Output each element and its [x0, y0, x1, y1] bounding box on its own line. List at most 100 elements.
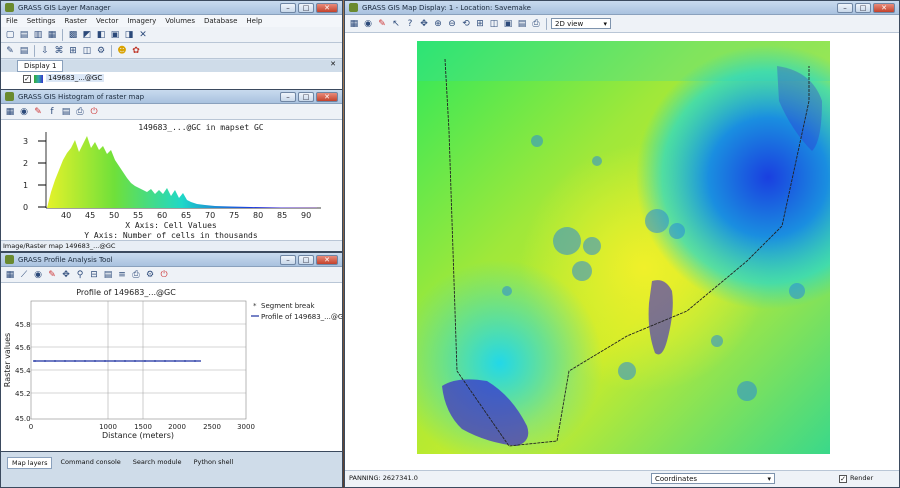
help-lifebuoy-icon[interactable]: ✿	[130, 45, 142, 57]
erase-icon[interactable]: ✎	[46, 269, 58, 281]
grass-logo-icon	[5, 92, 14, 101]
maximize-button[interactable]: □	[298, 91, 314, 102]
erase-icon[interactable]: ✎	[376, 18, 388, 30]
nviz-icon[interactable]: ◫	[81, 45, 93, 57]
add-vector-icon[interactable]: ◩	[81, 29, 93, 41]
view-mode-value: 2D view	[555, 19, 584, 28]
print-icon[interactable]: ⎙	[74, 106, 86, 118]
close-button[interactable]: ✕	[316, 2, 338, 13]
tab-map-layers[interactable]: Map layers	[7, 457, 53, 469]
statistics-icon[interactable]: ≡	[116, 269, 128, 281]
zoom-menu-icon[interactable]: ⊞	[474, 18, 486, 30]
erase-icon[interactable]: ✎	[32, 106, 44, 118]
zoom-out-icon[interactable]: ⊖	[446, 18, 458, 30]
layer-item-label[interactable]: 149683_...@GC	[46, 74, 105, 82]
zoom-in-icon[interactable]: ⊕	[432, 18, 444, 30]
analyze-icon[interactable]: ◫	[488, 18, 500, 30]
menu-vector[interactable]: Vector	[96, 17, 118, 25]
add-map-icon[interactable]: ▦	[4, 269, 16, 281]
histogram-titlebar: GRASS GIS Histogram of raster map – □ ✕	[1, 90, 342, 104]
quit-icon[interactable]: ⏻	[88, 106, 100, 118]
minimize-button[interactable]: –	[280, 91, 296, 102]
quit-icon[interactable]: ⏻	[158, 269, 170, 281]
close-button[interactable]: ✕	[316, 254, 338, 265]
add-raster-icon[interactable]: ▩	[67, 29, 79, 41]
remove-layer-icon[interactable]: ✕	[137, 29, 149, 41]
minimize-button[interactable]: –	[837, 2, 853, 13]
close-tab-icon[interactable]: ✕	[330, 60, 336, 68]
pan-icon[interactable]: ✥	[418, 18, 430, 30]
rerender-icon[interactable]: ◉	[18, 106, 30, 118]
overlay-icon[interactable]: ▣	[502, 18, 514, 30]
workspace-open-icon[interactable]: ▥	[32, 29, 44, 41]
maximize-button[interactable]: □	[298, 2, 314, 13]
map-canvas[interactable]	[417, 41, 830, 454]
add-overlay-icon[interactable]: ◨	[123, 29, 135, 41]
add-misc-icon[interactable]: ◧	[95, 29, 107, 41]
menu-raster[interactable]: Raster	[64, 17, 87, 25]
add-group-icon[interactable]: ▣	[109, 29, 121, 41]
maximize-button[interactable]: □	[298, 254, 314, 265]
maximize-button[interactable]: □	[855, 2, 871, 13]
segment-break-marker: *	[253, 302, 257, 310]
edit-vector-icon[interactable]: ✎	[4, 45, 16, 57]
x-axis-caption: X Axis: Cell Values	[125, 221, 217, 230]
view-mode-select[interactable]: 2D view ▾	[551, 18, 611, 29]
save-icon[interactable]: ▤	[516, 18, 528, 30]
display-map-icon[interactable]: ▦	[4, 106, 16, 118]
workspace-new-icon[interactable]: ▤	[18, 29, 30, 41]
transect-icon[interactable]: ⟋	[18, 269, 30, 281]
import-icon[interactable]: ⇩	[39, 45, 51, 57]
save-image-icon[interactable]: ▤	[60, 106, 72, 118]
settings-icon[interactable]: ⚙	[144, 269, 156, 281]
modeler-icon[interactable]: ⌘	[53, 45, 65, 57]
font-icon[interactable]: f	[46, 106, 58, 118]
statusbar-mode-select[interactable]: Coordinates ▾	[651, 473, 775, 484]
tab-search-module[interactable]: Search module	[129, 457, 186, 469]
menu-volumes[interactable]: Volumes	[165, 17, 195, 25]
menu-file[interactable]: File	[6, 17, 18, 25]
workspace-save-icon[interactable]: ▦	[46, 29, 58, 41]
minimize-button[interactable]: –	[280, 2, 296, 13]
menu-help[interactable]: Help	[246, 17, 262, 25]
menu-imagery[interactable]: Imagery	[127, 17, 156, 25]
display-tab[interactable]: Display 1	[17, 60, 64, 72]
chevron-down-icon: ▾	[603, 19, 607, 28]
query-icon[interactable]: ?	[404, 18, 416, 30]
tab-command-console[interactable]: Command console	[56, 457, 124, 469]
window-title: GRASS GIS Histogram of raster map	[18, 92, 145, 101]
tab-python-shell[interactable]: Python shell	[190, 457, 238, 469]
layer-manager-toolbar-1: ▢ ▤ ▥ ▦ ▩ ◩ ◧ ▣ ◨ ✕	[1, 27, 342, 43]
minimize-button[interactable]: –	[280, 254, 296, 265]
display-map-icon[interactable]: ▦	[348, 18, 360, 30]
smiley-icon[interactable]: ☻	[116, 45, 128, 57]
print-icon[interactable]: ⎙	[530, 18, 542, 30]
settings-icon[interactable]: ⚙	[95, 45, 107, 57]
layer-manager-toolbar-2: ✎ ▤ ⇩ ⌘ ⊞ ◫ ⚙ ☻ ✿	[1, 43, 342, 59]
render-checkbox[interactable]: ✓	[839, 475, 847, 483]
zoom-back-icon[interactable]: ⟲	[460, 18, 472, 30]
render-icon[interactable]: ◉	[362, 18, 374, 30]
print-icon[interactable]: ⎙	[130, 269, 142, 281]
attribute-table-icon[interactable]: ▤	[18, 45, 30, 57]
toolbar-separator	[546, 17, 547, 30]
zoom-icon[interactable]: ⚲	[74, 269, 86, 281]
layer-checkbox[interactable]: ✓	[23, 75, 31, 83]
pan-icon[interactable]: ✥	[60, 269, 72, 281]
unzoom-icon[interactable]: ⊟	[88, 269, 100, 281]
x-tick-label: 50	[109, 211, 119, 220]
draw-profile-icon[interactable]: ◉	[32, 269, 44, 281]
grass-logo-icon	[5, 255, 14, 264]
new-display-icon[interactable]: ▢	[4, 29, 16, 41]
menu-settings[interactable]: Settings	[27, 17, 56, 25]
close-button[interactable]: ✕	[873, 2, 895, 13]
menu-database[interactable]: Database	[204, 17, 237, 25]
y-tick-label: 45.8	[15, 321, 31, 329]
pointer-icon[interactable]: ↖	[390, 18, 402, 30]
x-tick-label: 90	[301, 211, 311, 220]
georectify-icon[interactable]: ⊞	[67, 45, 79, 57]
close-button[interactable]: ✕	[316, 91, 338, 102]
grass-logo-icon	[349, 3, 358, 12]
toolbar-separator	[111, 44, 112, 57]
save-image-icon[interactable]: ▤	[102, 269, 114, 281]
